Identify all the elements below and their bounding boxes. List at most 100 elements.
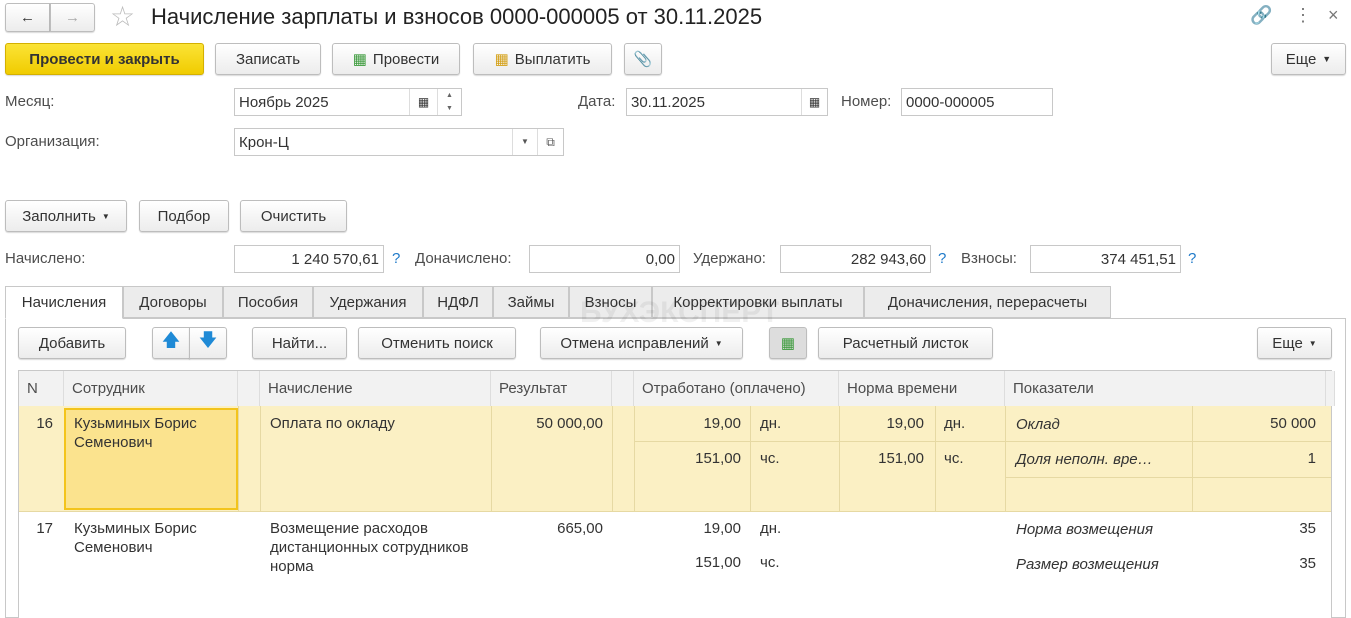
col-label: Норма времени (847, 380, 958, 397)
row-accrual: Оплата по окладу (270, 415, 395, 432)
fill-label: Заполнить (22, 207, 96, 225)
row-worked-hours: 151,00 (695, 554, 741, 571)
row-indicator-value: 50 000 (1270, 415, 1316, 432)
col-employee[interactable]: Сотрудник (64, 371, 238, 406)
col-n[interactable]: N (19, 371, 64, 406)
calendar-icon[interactable]: ▦ (409, 89, 437, 115)
cancel-fixes-button[interactable]: Отмена исправлений ▼ (540, 327, 743, 359)
back-button[interactable]: ← (5, 3, 50, 32)
pay-button[interactable]: ▦ Выплатить (473, 43, 612, 75)
table-more-label: Еще (1272, 334, 1303, 352)
date-label: Дата: (578, 93, 616, 110)
payslip-button[interactable]: Расчетный листок (818, 327, 993, 359)
row-norm-days-unit: дн. (944, 415, 966, 432)
clear-label: Очистить (260, 207, 327, 225)
col-result[interactable]: Результат (491, 371, 612, 406)
window-title: Начисление зарплаты и взносов 0000-00000… (151, 4, 763, 29)
post-and-close-button[interactable]: Провести и закрыть (5, 43, 204, 75)
col-indicators[interactable]: Показатели (1005, 371, 1326, 406)
withheld-field: 282 943,60 (780, 245, 931, 273)
month-label: Месяц: (5, 93, 55, 110)
tab-loans[interactable]: Займы (493, 286, 569, 318)
row-employee: Кузьминых Борис Семенович (74, 520, 197, 556)
row-indicator-name: Размер возмещения (1016, 556, 1159, 573)
withheld-help-icon[interactable]: ? (938, 250, 946, 267)
accrued-help-icon[interactable]: ? (392, 250, 400, 267)
col-label: Отработано (оплачено) (642, 380, 806, 397)
number-field[interactable]: 0000-000005 (901, 88, 1053, 116)
add-button[interactable]: Добавить (18, 327, 126, 359)
select-button[interactable]: Подбор (139, 200, 229, 232)
row-hours-unit: чс. (760, 450, 780, 467)
tab-contracts[interactable]: Договоры (123, 286, 223, 318)
withheld-value: 282 943,60 (850, 250, 926, 268)
col-accrual[interactable]: Начисление (260, 371, 491, 406)
tab-recalculations[interactable]: Доначисления, перерасчеты (864, 286, 1111, 318)
tab-deductions[interactable]: Удержания (313, 286, 423, 318)
close-icon[interactable]: × (1328, 5, 1339, 26)
more-vert-icon[interactable]: ⋮ (1294, 5, 1312, 26)
move-down-button[interactable]: 🡇 (189, 327, 227, 359)
attach-button[interactable]: 📎 (624, 43, 662, 75)
chevron-down-icon: ▼ (1322, 54, 1332, 64)
date-calendar-icon[interactable]: ▦ (801, 89, 827, 115)
row-indicator-value: 1 (1307, 450, 1316, 467)
table-more-button[interactable]: Еще ▼ (1257, 327, 1332, 359)
tab-label: Начисления (21, 294, 107, 311)
tab-benefits[interactable]: Пособия (223, 286, 313, 318)
col-label: Показатели (1013, 380, 1094, 397)
link-icon[interactable]: 🔗 (1250, 5, 1272, 26)
post-label: Провести (372, 50, 440, 68)
row-n: 16 (36, 415, 53, 432)
post-button[interactable]: ▦ Провести (332, 43, 460, 75)
number-value: 0000-000005 (906, 93, 995, 111)
contrib-help-icon[interactable]: ? (1188, 250, 1196, 267)
star-icon[interactable]: ☆ (110, 0, 135, 33)
paperclip-icon: 📎 (633, 51, 653, 68)
find-button[interactable]: Найти... (252, 327, 347, 359)
tab-accruals[interactable]: Начисления (5, 286, 123, 319)
more-label: Еще (1285, 50, 1317, 68)
date-field[interactable]: 30.11.2025 (626, 88, 828, 116)
pay-icon: ▦ (494, 51, 509, 68)
fill-button[interactable]: Заполнить ▼ (5, 200, 127, 232)
month-value: Ноябрь 2025 (239, 93, 329, 111)
row-n: 17 (36, 520, 53, 537)
cancel-fixes-label: Отмена исправлений (560, 334, 709, 352)
org-value: Крон-Ц (239, 133, 289, 151)
row-worked-days: 19,00 (703, 415, 741, 432)
row-accrual: Возмещение расходов дистанционных сотруд… (270, 520, 469, 575)
col-label: N (27, 380, 38, 397)
clear-button[interactable]: Очистить (240, 200, 347, 232)
contrib-field: 374 451,51 (1030, 245, 1181, 273)
forward-button[interactable]: → (50, 3, 95, 32)
move-up-button[interactable]: 🡅 (152, 327, 190, 359)
more-button[interactable]: Еще ▼ (1271, 43, 1346, 75)
org-dropdown-icon[interactable]: ▼ (512, 129, 537, 155)
number-label: Номер: (841, 93, 892, 110)
pay-label: Выплатить (514, 50, 591, 68)
extra-field: 0,00 (529, 245, 680, 273)
tab-label: НДФЛ (437, 293, 479, 311)
contrib-label: Взносы: (961, 250, 1017, 267)
month-spinner[interactable]: ▲ ▼ (437, 89, 461, 115)
tab-label: Договоры (139, 293, 207, 311)
payslip-label: Расчетный листок (842, 334, 969, 352)
org-open-icon[interactable]: ⧉ (537, 129, 563, 155)
row-norm-hours: 151,00 (878, 450, 924, 467)
col-worked[interactable]: Отработано (оплачено) (634, 371, 839, 406)
row-hours-unit: чс. (760, 554, 780, 571)
post-and-close-label: Провести и закрыть (29, 50, 180, 68)
row-result: 50 000,00 (536, 415, 603, 432)
col-norm[interactable]: Норма времени (839, 371, 1005, 406)
accrued-field: 1 240 570,61 (234, 245, 384, 273)
tab-ndfl[interactable]: НДФЛ (423, 286, 493, 318)
save-button[interactable]: Записать (215, 43, 321, 75)
post-icon: ▦ (352, 51, 367, 68)
row-indicator-value: 35 (1299, 520, 1316, 537)
cancel-search-button[interactable]: Отменить поиск (358, 327, 516, 359)
find-label: Найти... (271, 334, 328, 352)
table-settings-button[interactable]: ▦ (769, 327, 807, 359)
accrued-value: 1 240 570,61 (291, 250, 379, 268)
col-end (1326, 371, 1335, 406)
